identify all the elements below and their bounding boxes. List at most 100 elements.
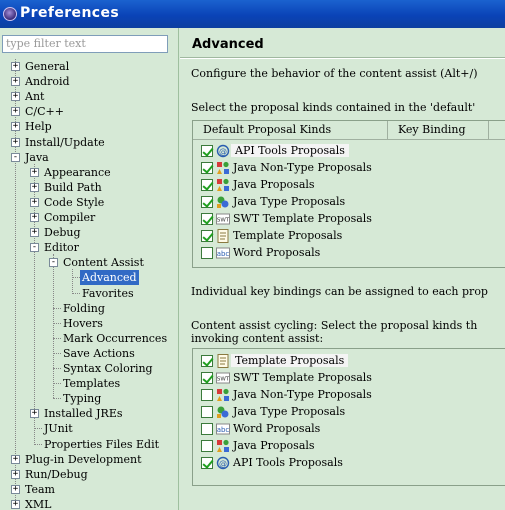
tree-item-ant[interactable]: + Ant xyxy=(0,89,179,104)
proposal-row-java-non-type-proposals[interactable]: Java Non-Type Proposals xyxy=(193,160,505,177)
proposal-row-template-proposals[interactable]: Template Proposals xyxy=(193,353,505,370)
tree-item-build-path[interactable]: + Build Path xyxy=(0,180,179,195)
tree-item-label: Mark Occurrences xyxy=(63,332,168,345)
proposal-checkbox[interactable] xyxy=(201,145,213,157)
api-tools-icon: @ xyxy=(216,456,230,470)
expand-icon[interactable]: + xyxy=(11,92,20,101)
proposal-label: Word Proposals xyxy=(233,422,321,435)
tree-item-typing[interactable]: Typing xyxy=(0,391,179,406)
proposal-checkbox[interactable] xyxy=(201,423,213,435)
expand-icon[interactable]: + xyxy=(11,62,20,71)
tree-item-appearance[interactable]: + Appearance xyxy=(0,165,179,180)
proposal-row-java-non-type-proposals[interactable]: Java Non-Type Proposals xyxy=(193,387,505,404)
preferences-tree: + General + Android + Ant + C/C++ + Help + Install/… xyxy=(0,59,179,510)
tree-item-android[interactable]: + Android xyxy=(0,74,179,89)
tree-item-label: Debug xyxy=(44,226,81,239)
collapse-icon[interactable]: - xyxy=(49,258,58,267)
proposal-checkbox[interactable] xyxy=(201,389,213,401)
expand-icon[interactable]: + xyxy=(30,198,39,207)
java-non-type-icon xyxy=(216,161,230,175)
tree-item-compiler[interactable]: + Compiler xyxy=(0,210,179,225)
proposal-row-java-proposals[interactable]: Java Proposals xyxy=(193,177,505,194)
tree-item-help[interactable]: + Help xyxy=(0,119,179,134)
tree-item-general[interactable]: + General xyxy=(0,59,179,74)
filter-input[interactable]: type filter text xyxy=(2,35,168,53)
tree-item-team[interactable]: + Team xyxy=(0,482,179,497)
proposal-row-word-proposals[interactable]: abc Word Proposals xyxy=(193,421,505,438)
expand-icon[interactable]: + xyxy=(30,168,39,177)
proposal-row-api-tools-proposals[interactable]: @ API Tools Proposals xyxy=(193,455,505,472)
proposal-checkbox[interactable] xyxy=(201,230,213,242)
tree-item-java[interactable]: - Java xyxy=(0,150,179,165)
expand-icon[interactable]: + xyxy=(30,409,39,418)
proposal-checkbox[interactable] xyxy=(201,179,213,191)
tree-item-installed-jres[interactable]: + Installed JREs xyxy=(0,406,179,421)
proposal-checkbox[interactable] xyxy=(201,162,213,174)
tree-item-syntax-coloring[interactable]: Syntax Coloring xyxy=(0,361,179,376)
tree-item-save-actions[interactable]: Save Actions xyxy=(0,346,179,361)
proposal-checkbox[interactable] xyxy=(201,355,213,367)
eclipse-app-icon xyxy=(3,7,17,21)
proposal-checkbox[interactable] xyxy=(201,406,213,418)
collapse-icon[interactable]: - xyxy=(11,153,20,162)
expand-icon[interactable]: + xyxy=(30,183,39,192)
proposal-checkbox[interactable] xyxy=(201,247,213,259)
column-header-key-binding[interactable]: Key Binding xyxy=(388,121,489,139)
tree-item-junit[interactable]: JUnit xyxy=(0,421,179,436)
title-separator xyxy=(180,57,505,59)
proposal-checkbox[interactable] xyxy=(201,440,213,452)
expand-icon[interactable]: + xyxy=(11,138,20,147)
proposal-checkbox[interactable] xyxy=(201,213,213,225)
tree-item-run-debug[interactable]: + Run/Debug xyxy=(0,467,179,482)
tree-item-editor[interactable]: - Editor xyxy=(0,240,179,255)
proposal-row-swt-template-proposals[interactable]: SWT SWT Template Proposals xyxy=(193,370,505,387)
expand-icon[interactable]: + xyxy=(30,228,39,237)
expand-icon[interactable]: + xyxy=(11,122,20,131)
proposal-row-api-tools-proposals[interactable]: @ API Tools Proposals xyxy=(193,143,505,160)
proposal-checkbox[interactable] xyxy=(201,196,213,208)
tree-item-label: Favorites xyxy=(82,287,134,300)
svg-text:@: @ xyxy=(219,459,227,468)
proposal-row-java-type-proposals[interactable]: Java Type Proposals xyxy=(193,404,505,421)
tree-item-xml[interactable]: + XML xyxy=(0,497,179,510)
tree-item-folding[interactable]: Folding xyxy=(0,301,179,316)
title-bar[interactable]: Preferences xyxy=(0,0,505,28)
tree-item-install-update[interactable]: + Install/Update xyxy=(0,135,179,150)
proposal-label: API Tools Proposals xyxy=(231,144,349,157)
tree-item-hovers[interactable]: Hovers xyxy=(0,316,179,331)
swt-template-icon: SWT xyxy=(216,371,230,385)
proposal-checkbox[interactable] xyxy=(201,457,213,469)
expand-icon[interactable]: + xyxy=(11,77,20,86)
tree-item-mark-occurrences[interactable]: Mark Occurrences xyxy=(0,331,179,346)
key-bindings-note: Individual key bindings can be assigned … xyxy=(191,285,488,298)
tree-item-c-c[interactable]: + C/C++ xyxy=(0,104,179,119)
tree-item-plug-in-development[interactable]: + Plug-in Development xyxy=(0,452,179,467)
proposal-checkbox[interactable] xyxy=(201,372,213,384)
header-divider xyxy=(193,139,505,140)
proposal-row-template-proposals[interactable]: Template Proposals xyxy=(193,228,505,245)
column-header-kinds[interactable]: Default Proposal Kinds xyxy=(193,121,388,139)
tree-item-content-assist[interactable]: - Content Assist xyxy=(0,255,179,270)
template-icon xyxy=(216,354,230,368)
proposal-row-word-proposals[interactable]: abc Word Proposals xyxy=(193,245,505,262)
tree-item-properties-files-edit[interactable]: Properties Files Edit xyxy=(0,437,179,452)
proposal-row-java-type-proposals[interactable]: Java Type Proposals xyxy=(193,194,505,211)
expand-icon[interactable]: + xyxy=(11,500,20,509)
tree-item-advanced[interactable]: Advanced xyxy=(0,270,179,285)
expand-icon[interactable]: + xyxy=(11,455,20,464)
expand-icon[interactable]: + xyxy=(30,213,39,222)
tree-item-code-style[interactable]: + Code Style xyxy=(0,195,179,210)
tree-item-label: Ant xyxy=(25,90,45,103)
expand-icon[interactable]: + xyxy=(11,107,20,116)
proposal-row-java-proposals[interactable]: Java Proposals xyxy=(193,438,505,455)
expand-icon[interactable]: + xyxy=(11,485,20,494)
proposal-label: Java Proposals xyxy=(233,178,315,191)
collapse-icon[interactable]: - xyxy=(30,243,39,252)
tree-item-templates[interactable]: Templates xyxy=(0,376,179,391)
tree-item-favorites[interactable]: Favorites xyxy=(0,286,179,301)
tree-item-label: Templates xyxy=(63,377,121,390)
svg-text:SWT: SWT xyxy=(217,218,230,224)
proposal-row-swt-template-proposals[interactable]: SWT SWT Template Proposals xyxy=(193,211,505,228)
tree-item-debug[interactable]: + Debug xyxy=(0,225,179,240)
expand-icon[interactable]: + xyxy=(11,470,20,479)
